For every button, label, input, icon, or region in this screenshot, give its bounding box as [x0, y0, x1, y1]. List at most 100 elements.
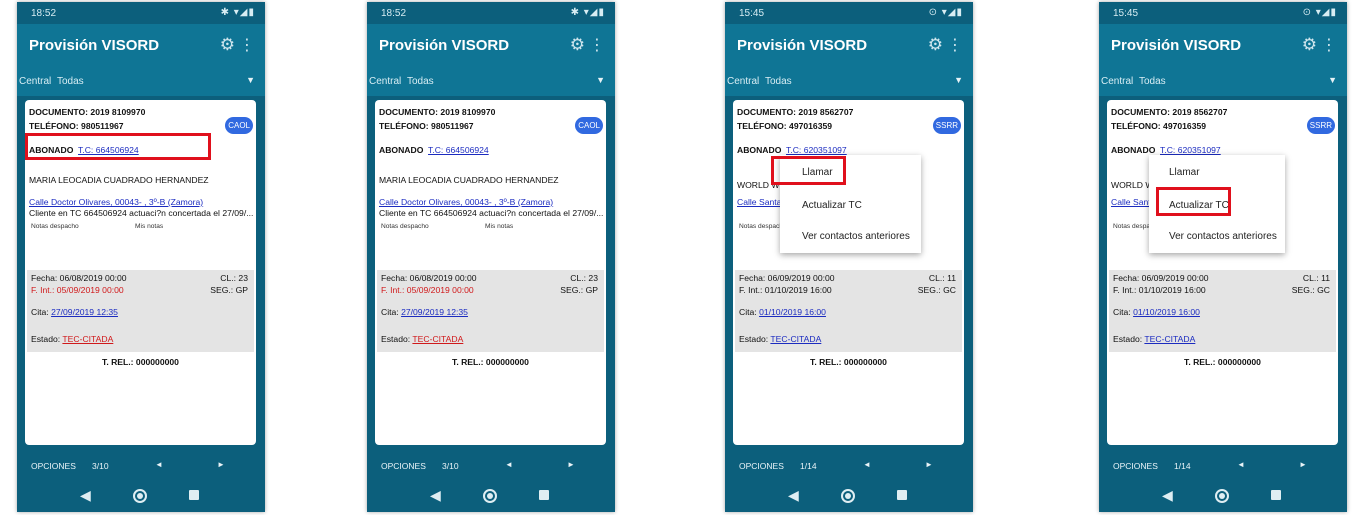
seg-value: SEG.: GP: [210, 285, 248, 295]
tc-link[interactable]: T.C: 620351097: [1160, 145, 1221, 155]
filter-value: Todas: [57, 76, 84, 87]
appointment-panel: Fecha: 06/09/2019 00:00 CL.: 11 F. Int.:…: [1109, 270, 1336, 352]
cl-value: CL.: 11: [928, 273, 956, 283]
prev-page-icon[interactable]: ◄: [505, 460, 513, 469]
dropdown-arrow-icon[interactable]: ▼: [246, 75, 255, 85]
highlight-llamar: [771, 156, 846, 185]
order-card[interactable]: DOCUMENTO: 2019 8562707 TELÉFONO: 497016…: [1107, 100, 1338, 445]
highlight-abonado: [25, 133, 211, 160]
back-nav-icon[interactable]: ◀: [430, 487, 441, 504]
menu-item-actualizar-tc[interactable]: Actualizar TC: [802, 200, 862, 211]
prev-page-icon[interactable]: ◄: [863, 460, 871, 469]
app-title: Provisión VISORD: [1111, 37, 1242, 54]
central-filter[interactable]: Central Todas ▼: [17, 68, 265, 96]
status-badge: SSRR: [932, 117, 961, 134]
menu-item-ver-contactos[interactable]: Ver contactos anteriores: [802, 231, 910, 242]
prev-page-icon[interactable]: ◄: [155, 460, 163, 469]
order-card[interactable]: DOCUMENTO: 2019 8109970 TELÉFONO: 980511…: [375, 100, 606, 445]
cita-link[interactable]: 27/09/2019 12:35: [51, 307, 118, 317]
overflow-menu-icon[interactable]: ⋮: [1321, 35, 1337, 55]
menu-item-ver-contactos[interactable]: Ver contactos anteriores: [1169, 231, 1277, 242]
app-title: Provisión VISORD: [29, 37, 160, 54]
address-link[interactable]: Calle Doctor Olivares, 00043- , 3º-B (Za…: [379, 197, 553, 207]
opciones-button[interactable]: OPCIONES: [381, 461, 426, 471]
filter-label: Central: [19, 76, 52, 87]
estado-link[interactable]: TEC-CITADA: [770, 334, 821, 344]
appointment-panel: Fecha: 06/08/2019 00:00 CL.: 23 F. Int.:…: [377, 270, 604, 352]
estado-link[interactable]: TEC-CITADA: [62, 334, 113, 344]
home-nav-icon[interactable]: [483, 489, 497, 503]
recents-nav-icon[interactable]: [539, 490, 549, 500]
order-card[interactable]: DOCUMENTO: 2019 8562707 TELÉFONO: 497016…: [733, 100, 964, 445]
dropdown-arrow-icon[interactable]: ▼: [596, 75, 605, 85]
cita-row: Cita: 01/10/2019 16:00: [1113, 307, 1200, 317]
home-nav-icon[interactable]: [133, 489, 147, 503]
next-page-icon[interactable]: ►: [567, 460, 575, 469]
system-nav-bar: ◀: [1099, 480, 1347, 512]
opciones-button[interactable]: OPCIONES: [31, 461, 76, 471]
status-icons: ⊙ ▾◢▮: [1302, 7, 1337, 18]
pager-bar: OPCIONES 1/14 ◄ ►: [1099, 452, 1347, 480]
tc-link[interactable]: T.C: 664506924: [428, 145, 489, 155]
back-nav-icon[interactable]: ◀: [1162, 487, 1173, 504]
estado-link[interactable]: TEC-CITADA: [412, 334, 463, 344]
app-bar: Provisión VISORD ⚙ ⋮: [725, 24, 973, 68]
overflow-menu-icon[interactable]: ⋮: [239, 35, 255, 55]
settings-gear-icon[interactable]: ⚙: [570, 35, 585, 55]
my-notes-label: Mis notas: [135, 223, 164, 230]
overflow-menu-icon[interactable]: ⋮: [947, 35, 963, 55]
central-filter[interactable]: Central Todas ▼: [367, 68, 615, 96]
system-nav-bar: ◀: [725, 480, 973, 512]
highlight-actualizar-tc: [1156, 187, 1231, 216]
prev-page-icon[interactable]: ◄: [1237, 460, 1245, 469]
back-nav-icon[interactable]: ◀: [788, 487, 799, 504]
menu-item-llamar[interactable]: Llamar: [1169, 167, 1200, 178]
status-badge: CAOL: [225, 117, 253, 134]
central-filter[interactable]: Central Todas ▼: [725, 68, 973, 96]
abonado-row: ABONADO T.C: 620351097: [1111, 145, 1221, 155]
abonado-row: ABONADO T.C: 664506924: [379, 145, 489, 155]
telephone-number: TELÉFONO: 497016359: [1111, 121, 1207, 131]
document-number: DOCUMENTO: 2019 8562707: [1111, 107, 1228, 117]
settings-gear-icon[interactable]: ⚙: [220, 35, 235, 55]
filter-value: Todas: [765, 76, 792, 87]
estado-label: Estado:: [739, 334, 769, 344]
page-indicator: 3/10: [442, 461, 459, 471]
recents-nav-icon[interactable]: [897, 490, 907, 500]
next-page-icon[interactable]: ►: [217, 460, 225, 469]
fecha: Fecha: 06/09/2019 00:00: [1113, 273, 1209, 283]
settings-gear-icon[interactable]: ⚙: [1302, 35, 1317, 55]
cita-row: Cita: 27/09/2019 12:35: [31, 307, 118, 317]
phone-screen-4: 15:45 ⊙ ▾◢▮ Provisión VISORD ⚙ ⋮ Central…: [1099, 2, 1347, 512]
settings-gear-icon[interactable]: ⚙: [928, 35, 943, 55]
next-page-icon[interactable]: ►: [1299, 460, 1307, 469]
opciones-button[interactable]: OPCIONES: [739, 461, 784, 471]
home-nav-icon[interactable]: [841, 489, 855, 503]
overflow-menu-icon[interactable]: ⋮: [589, 35, 605, 55]
recents-nav-icon[interactable]: [1271, 490, 1281, 500]
estado-row: Estado: TEC-CITADA: [739, 334, 821, 344]
app-title: Provisión VISORD: [737, 37, 868, 54]
back-nav-icon[interactable]: ◀: [80, 487, 91, 504]
cita-link[interactable]: 27/09/2019 12:35: [401, 307, 468, 317]
next-page-icon[interactable]: ►: [925, 460, 933, 469]
dropdown-arrow-icon[interactable]: ▼: [954, 75, 963, 85]
telephone-number: TELÉFONO: 980511967: [379, 121, 474, 131]
cita-link[interactable]: 01/10/2019 16:00: [1133, 307, 1200, 317]
dropdown-arrow-icon[interactable]: ▼: [1328, 75, 1337, 85]
tc-link[interactable]: T.C: 620351097: [786, 145, 847, 155]
central-filter[interactable]: Central Todas ▼: [1099, 68, 1347, 96]
status-icons: ✱ ▾◢▮: [220, 7, 255, 18]
recents-nav-icon[interactable]: [189, 490, 199, 500]
trel-value: T. REL.: 000000000: [810, 357, 887, 367]
cita-link[interactable]: 01/10/2019 16:00: [759, 307, 826, 317]
home-nav-icon[interactable]: [1215, 489, 1229, 503]
opciones-button[interactable]: OPCIONES: [1113, 461, 1158, 471]
estado-link[interactable]: TEC-CITADA: [1144, 334, 1195, 344]
address-link[interactable]: Calle Doctor Olivares, 00043- , 3º-B (Za…: [29, 197, 203, 207]
cl-value: CL.: 11: [1302, 273, 1330, 283]
cita-row: Cita: 27/09/2019 12:35: [381, 307, 468, 317]
customer-name: MARIA LEOCADIA CUADRADO HERNANDEZ: [29, 175, 209, 185]
estado-label: Estado:: [1113, 334, 1143, 344]
status-badge: CAOL: [575, 117, 603, 134]
